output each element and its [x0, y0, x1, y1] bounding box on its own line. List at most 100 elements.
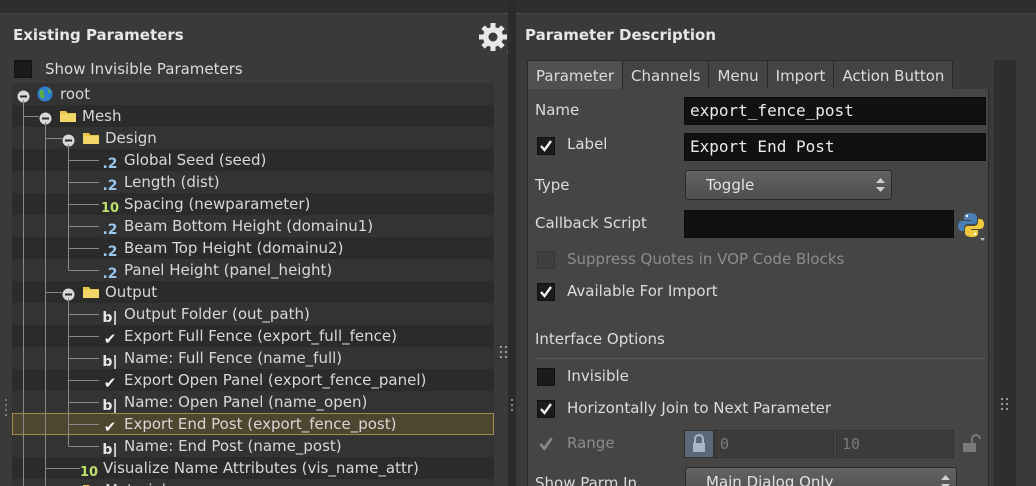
show-parm-in-label: Show Parm In — [535, 474, 638, 486]
tree-item-label: Beam Top Height (domainu2) — [124, 239, 344, 257]
int-param-icon: 10 — [80, 465, 99, 480]
tree-row[interactable]: b| Output Folder (out_path) — [12, 303, 494, 326]
callback-script-label: Callback Script — [535, 214, 647, 232]
name-field[interactable]: export_fence_post — [684, 97, 986, 125]
suppress-quotes-checkbox[interactable] — [537, 251, 555, 269]
float-param-icon: .2 — [102, 156, 118, 172]
tree-item-label: Export Open Panel (export_fence_panel) — [124, 371, 427, 389]
range-max-field[interactable]: 10 — [836, 430, 954, 458]
tree-item-label: Design — [105, 129, 157, 147]
show-invisible-checkbox[interactable] — [14, 60, 32, 78]
tree-row[interactable]: 10 Visualize Name Attributes (vis_name_at… — [12, 457, 494, 480]
tree-item-label: Name: Full Fence (name_full) — [124, 349, 343, 367]
horizontally-join-label: Horizontally Join to Next Parameter — [567, 399, 832, 417]
tree-item-label: Mesh — [82, 107, 122, 125]
left-splitter-grip[interactable] — [4, 398, 8, 416]
range-lock-max-icon[interactable] — [959, 432, 981, 456]
folder-icon — [82, 130, 102, 146]
tree-item-label: Global Seed (seed) — [124, 151, 267, 169]
tab-channels[interactable]: Channels — [622, 60, 710, 90]
tree-row[interactable]: b| Name: Open Panel (name_open) — [12, 391, 494, 414]
tree-row[interactable]: Mesh — [12, 105, 494, 127]
collapse-toggle-icon[interactable] — [62, 285, 75, 301]
folder-icon — [82, 482, 102, 486]
tree-row[interactable]: b| Name: Full Fence (name_full) — [12, 347, 494, 370]
right-scrollbar[interactable] — [994, 60, 1016, 486]
type-dropdown[interactable]: Toggle — [685, 170, 892, 200]
description-tabs: Parameter Channels Menu Import Action Bu… — [527, 60, 954, 90]
updown-arrows-icon — [876, 178, 885, 192]
tree-item-label: Spacing (newparameter) — [124, 195, 311, 213]
existing-parameters-title: Existing Parameters — [13, 26, 184, 44]
suppress-quotes-label: Suppress Quotes in VOP Code Blocks — [567, 250, 845, 268]
toggle-param-icon: ✔ — [103, 330, 117, 348]
tree-row[interactable]: b| Name: End Post (name_post) — [12, 435, 494, 458]
callback-script-field[interactable] — [684, 210, 954, 238]
tree-item-label: Length (dist) — [124, 173, 220, 191]
tree-row-selected[interactable]: ✔ Export End Post (export_fence_post) — [12, 413, 494, 435]
tab-menu[interactable]: Menu — [708, 60, 768, 90]
left-top-bar — [0, 0, 508, 14]
name-label: Name — [535, 101, 580, 119]
pane-divider-grip[interactable] — [509, 398, 515, 414]
collapse-toggle-icon[interactable] — [39, 109, 52, 125]
invisible-checkbox[interactable] — [537, 368, 555, 386]
float-param-icon: .2 — [102, 244, 118, 260]
parameter-description-title: Parameter Description — [525, 26, 717, 44]
tree-row[interactable]: .2 Beam Top Height (domainu2) — [12, 237, 494, 260]
range-label: Range — [567, 434, 615, 452]
range-lock-min-icon[interactable] — [684, 430, 714, 458]
right-scroll-handle[interactable] — [1000, 396, 1010, 410]
tree-item-label: Materials — [105, 479, 174, 486]
range-checkbox[interactable] — [537, 435, 555, 453]
tree-row[interactable]: .2 Global Seed (seed) — [12, 149, 494, 172]
tree-row[interactable]: 10 Spacing (newparameter) — [12, 193, 494, 216]
tree-row[interactable]: Output — [12, 281, 494, 303]
collapse-toggle-icon[interactable] — [62, 131, 75, 147]
float-param-icon: .2 — [102, 222, 118, 238]
horizontally-join-checkbox[interactable] — [537, 400, 555, 418]
tree-item-label: Output — [105, 283, 158, 301]
show-invisible-label: Show Invisible Parameters — [45, 60, 243, 78]
interface-options-separator — [535, 358, 985, 359]
tree-item-label: Name: End Post (name_post) — [124, 437, 342, 455]
right-top-bar — [516, 0, 1036, 14]
globe-icon — [37, 86, 57, 102]
tree-item-label: Visualize Name Attributes (vis_name_attr… — [103, 459, 419, 477]
tree-row[interactable]: Materials — [12, 479, 494, 486]
tree-row[interactable]: Design — [12, 127, 494, 149]
tree-item-label: Export End Post (export_fence_post) — [124, 415, 397, 433]
toggle-param-icon: ✔ — [103, 374, 117, 392]
label-field[interactable]: Export End Post — [684, 133, 986, 161]
show-parm-in-dropdown[interactable]: Main Dialog Only — [685, 467, 957, 486]
parameter-tree: root Mesh Design .2 Global Seed (seed) .2 Leng… — [12, 83, 494, 486]
interface-options-heading: Interface Options — [535, 330, 665, 348]
tree-row[interactable]: .2 Length (dist) — [12, 171, 494, 194]
label-label: Label — [567, 135, 608, 153]
python-icon[interactable] — [958, 211, 986, 241]
tree-item-label: Output Folder (out_path) — [124, 305, 310, 323]
range-min-field[interactable]: 0 — [714, 430, 834, 458]
tree-item-label: Beam Bottom Height (domainu1) — [124, 217, 374, 235]
tree-row[interactable]: ✔ Export Full Fence (export_full_fence) — [12, 325, 494, 347]
tab-action-button[interactable]: Action Button — [833, 60, 954, 90]
tree-row[interactable]: root — [12, 83, 494, 105]
type-dropdown-value: Toggle — [706, 176, 755, 194]
int-param-icon: 10 — [101, 201, 120, 216]
tree-row[interactable]: .2 Beam Bottom Height (domainu1) — [12, 215, 494, 238]
show-invisible-parameters-row[interactable]: Show Invisible Parameters — [14, 58, 243, 80]
tab-parameter[interactable]: Parameter — [527, 60, 624, 90]
tree-row[interactable]: ✔ Export Open Panel (export_fence_panel) — [12, 369, 494, 391]
label-checkbox[interactable] — [537, 137, 555, 155]
float-param-icon: .2 — [102, 266, 118, 282]
folder-icon — [59, 108, 79, 124]
tree-item-label: Export Full Fence (export_full_fence) — [124, 327, 397, 345]
type-label: Type — [535, 176, 570, 194]
tab-import[interactable]: Import — [766, 60, 835, 90]
collapse-toggle-icon[interactable] — [17, 87, 30, 103]
tree-item-label: root — [60, 85, 91, 103]
available-for-import-checkbox[interactable] — [537, 283, 555, 301]
updown-arrows-icon — [941, 475, 950, 486]
toggle-param-icon: ✔ — [103, 418, 117, 436]
tree-row[interactable]: .2 Panel Height (panel_height) — [12, 259, 494, 282]
